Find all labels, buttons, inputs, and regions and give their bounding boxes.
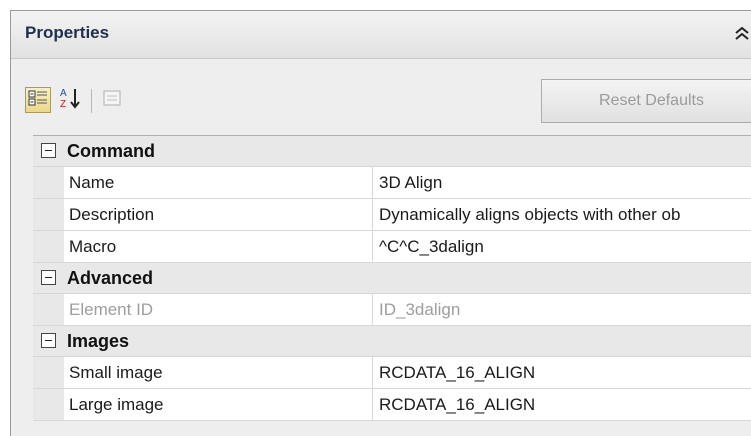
category-command: Command <box>33 136 751 167</box>
category-images: Images <box>33 326 751 357</box>
property-value: ID_3dalign <box>379 300 461 319</box>
property-name: Element ID <box>69 300 154 319</box>
alphabetical-sort-button[interactable]: A Z <box>57 87 83 113</box>
reset-defaults-button[interactable]: Reset Defaults <box>541 79 751 123</box>
property-row-macro[interactable]: Macro ^C^C_3dalign <box>33 231 751 263</box>
svg-text:Z: Z <box>60 99 66 110</box>
categorized-view-button[interactable] <box>25 87 51 113</box>
property-row-description[interactable]: Description Dynamically aligns objects w… <box>33 199 751 231</box>
collapse-toggle-icon[interactable] <box>41 333 56 348</box>
property-pages-icon <box>102 89 122 112</box>
toolbar-separator <box>91 89 92 113</box>
properties-panel: Properties A Z Reset Defaults Command Na… <box>10 10 751 436</box>
property-name: Name <box>69 173 115 192</box>
category-advanced: Advanced <box>33 263 751 294</box>
sort-az-icon: A Z <box>59 86 81 115</box>
categorized-view-icon <box>28 89 48 112</box>
properties-toolbar: A Z Reset Defaults <box>25 79 751 123</box>
property-row-small-image[interactable]: Small image RCDATA_16_ALIGN <box>33 357 751 389</box>
property-grid: Command Name 3D Align Description Dynami… <box>33 135 751 421</box>
category-label: Command <box>67 141 156 161</box>
property-value[interactable]: RCDATA_16_ALIGN <box>379 363 751 383</box>
panel-title-bar: Properties <box>11 11 751 59</box>
property-value[interactable]: ^C^C_3dalign <box>379 237 751 257</box>
double-chevron-up-icon[interactable] <box>733 23 751 43</box>
column-divider <box>372 199 373 230</box>
property-name: Description <box>69 205 155 224</box>
property-name: Small image <box>69 363 163 382</box>
panel-title: Properties <box>25 23 110 42</box>
collapse-toggle-icon[interactable] <box>41 270 56 285</box>
column-divider <box>372 294 373 325</box>
column-divider <box>372 357 373 388</box>
column-divider <box>372 389 373 420</box>
property-pages-button[interactable] <box>99 87 125 113</box>
column-divider <box>372 167 373 198</box>
property-value[interactable]: RCDATA_16_ALIGN <box>379 395 751 415</box>
collapse-toggle-icon[interactable] <box>41 143 56 158</box>
property-row-large-image[interactable]: Large image RCDATA_16_ALIGN <box>33 389 751 421</box>
property-value[interactable]: 3D Align <box>379 173 751 193</box>
property-value[interactable]: Dynamically aligns objects with other ob <box>379 205 751 225</box>
category-label: Advanced <box>67 268 154 288</box>
category-label: Images <box>67 331 130 351</box>
property-row-element-id[interactable]: Element ID ID_3dalign <box>33 294 751 326</box>
column-divider <box>372 231 373 262</box>
property-row-name[interactable]: Name 3D Align <box>33 167 751 199</box>
property-name: Large image <box>69 395 164 414</box>
property-name: Macro <box>69 237 117 256</box>
svg-text:A: A <box>60 88 67 99</box>
